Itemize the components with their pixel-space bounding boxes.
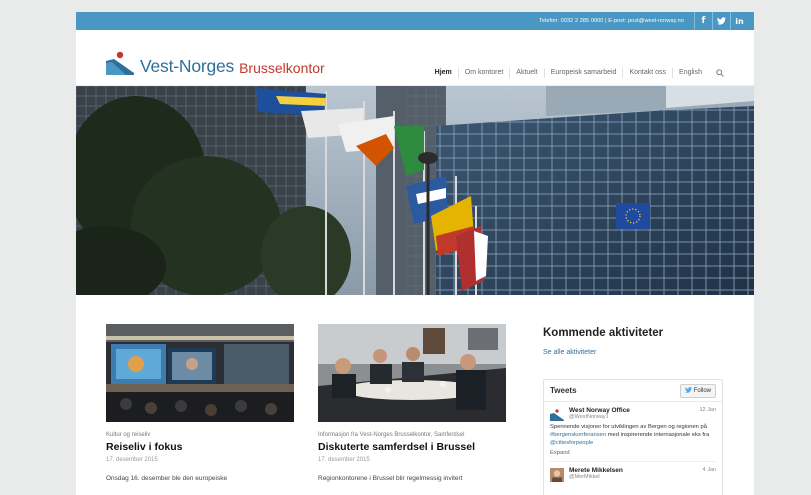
nav-item-english[interactable]: English [672,68,708,78]
sidebar-heading: Kommende aktiviteter [543,327,664,339]
tweet-handle[interactable]: @WestNorway1 [569,414,716,420]
tweets-widget: Tweets Follow West Norway Office @WestNo… [543,379,723,495]
nav-item-europeisk-samarbeid[interactable]: Europeisk samarbeid [543,68,623,78]
article-title[interactable]: Diskuterte samferdsel i Brussel [318,441,508,453]
hashtag-link[interactable]: #bergenskonferansen [550,432,606,438]
tweet[interactable]: Merete Mikkelsen @MerMikkel 4 Jan [544,462,722,487]
logo-mark-icon [106,51,134,75]
tweet-time[interactable]: 12 Jan [699,407,716,413]
follow-label: Follow [693,387,711,394]
article-card[interactable]: Kultur og reiseliv Reiseliv i fokus 17. … [106,324,296,482]
logo-office: Brusselkontor [239,60,325,76]
article-thumbnail[interactable] [318,324,506,422]
twitter-bird-icon [684,386,692,395]
tweets-header: Tweets Follow [544,380,722,402]
page: Telefon: 0032 2 285 0000 | E-post: post@… [76,12,754,495]
avatar[interactable] [550,408,564,422]
tweet-author[interactable]: Merete Mikkelsen [569,467,716,474]
site-logo[interactable]: Vest-Norges Brusselkontor [106,49,325,75]
nav-item-kontakt-oss[interactable]: Kontakt oss [622,68,672,78]
follow-button[interactable]: Follow [679,383,716,398]
top-bar: Telefon: 0032 2 285 0000 | E-post: post@… [76,12,754,30]
nav-item-om-kontoret[interactable]: Om kontoret [457,68,510,78]
main-nav: Hjem Om kontoret Aktuelt Europeisk samar… [429,68,724,78]
article-excerpt: Onsdag 16. desember ble den europeiske [106,475,228,482]
article-thumbnail[interactable] [106,324,294,422]
site-header: Vest-Norges Brusselkontor Hjem Om kontor… [76,30,754,86]
twitter-icon[interactable] [712,12,730,30]
article-card[interactable]: Informasjon fra Vest-Norges Brusselkonto… [318,324,508,482]
social-links: f in [694,12,748,30]
tweet-time[interactable]: 4 Jan [703,467,716,473]
nav-item-hjem[interactable]: Hjem [429,68,458,78]
tweet-handle[interactable]: @MerMikkel [569,474,716,480]
article-title[interactable]: Reiseliv i fokus [106,441,296,453]
article-category[interactable]: Kultur og reiseliv [106,432,296,438]
expand-link[interactable]: Expand [550,450,716,456]
upcoming-activities: Kommende aktiviteter Se alle aktiviteter [543,327,723,356]
tweet-author[interactable]: West Norway Office [569,407,716,414]
hero-image [76,86,754,295]
article-excerpt: Regionkontorene i Brussel blir regelmess… [318,475,463,482]
contact-info: Telefon: 0032 2 285 0000 | E-post: post@… [538,18,684,24]
tweet-text: Spennende visjoner for utviklingen av Be… [550,424,710,446]
tweets-label: Tweets [550,386,577,395]
logo-name: Vest-Norges [140,55,235,76]
see-all-activities-link[interactable]: Se alle aktiviteter [543,349,723,356]
facebook-icon[interactable]: f [694,12,712,30]
search-icon[interactable] [708,69,724,77]
article-date: 17. desember 2015 [318,457,370,463]
mention-link[interactable]: @citiesforpeople [550,440,593,446]
nav-item-aktuelt[interactable]: Aktuelt [509,68,543,78]
article-date: 17. desember 2015 [106,457,158,463]
linkedin-icon[interactable]: in [730,12,748,30]
avatar[interactable] [550,468,564,482]
tweet[interactable]: West Norway Office @WestNorway1 Spennend… [544,402,722,461]
article-category[interactable]: Informasjon fra Vest-Norges Brusselkonto… [318,432,508,438]
